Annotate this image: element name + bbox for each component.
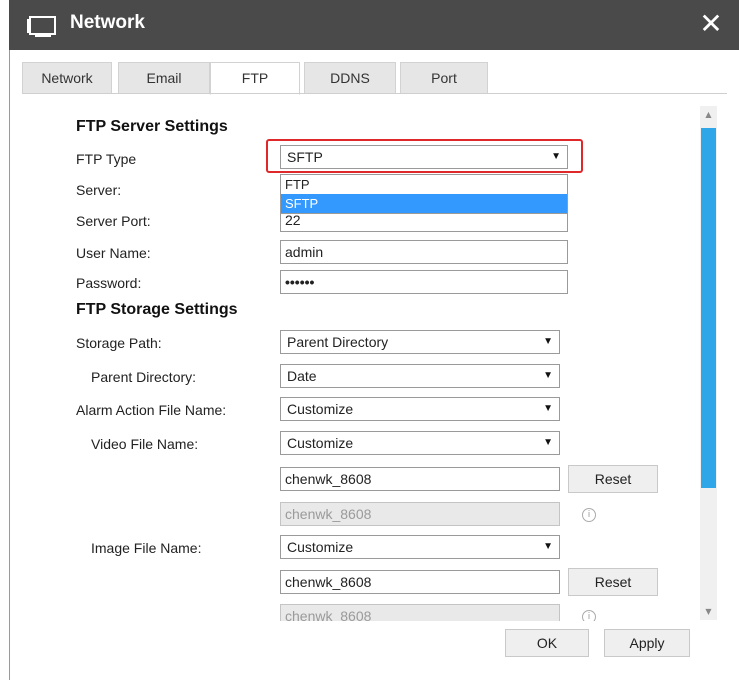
tab-ftp[interactable]: FTP bbox=[210, 62, 300, 95]
user-name-label: User Name: bbox=[76, 245, 151, 261]
tab-port[interactable]: Port bbox=[400, 62, 488, 94]
image-file-name-select[interactable]: Customize ▼ bbox=[280, 535, 560, 559]
scroll-down-icon[interactable]: ▼ bbox=[700, 603, 717, 620]
scroll-up-icon[interactable]: ▲ bbox=[700, 106, 717, 123]
parent-directory-label: Parent Directory: bbox=[91, 369, 197, 385]
server-port-label: Server Port: bbox=[76, 213, 151, 229]
window-title: Network bbox=[70, 12, 145, 33]
image-file-name-value: Customize bbox=[287, 539, 354, 555]
user-name-input[interactable]: admin bbox=[280, 240, 568, 264]
tab-divider bbox=[22, 93, 727, 94]
monitor-icon bbox=[27, 16, 57, 38]
chevron-down-icon: ▼ bbox=[543, 403, 553, 414]
chevron-down-icon: ▼ bbox=[543, 437, 553, 448]
storage-path-value: Parent Directory bbox=[287, 334, 389, 350]
chevron-down-icon: ▼ bbox=[543, 370, 553, 381]
window-frame bbox=[9, 50, 10, 680]
image-custom-name-input[interactable]: chenwk_8608 bbox=[280, 570, 560, 594]
video-file-name-label: Video File Name: bbox=[91, 436, 199, 452]
tab-email[interactable]: Email bbox=[118, 62, 210, 94]
video-file-name-value: Customize bbox=[287, 435, 354, 451]
image-file-name-label: Image File Name: bbox=[91, 540, 202, 556]
ftp-server-settings-heading: FTP Server Settings bbox=[76, 118, 228, 135]
storage-path-select[interactable]: Parent Directory ▼ bbox=[280, 330, 560, 354]
chevron-down-icon: ▼ bbox=[543, 336, 553, 347]
video-reset-button[interactable]: Reset bbox=[568, 465, 658, 493]
info-icon-clip: i bbox=[580, 610, 596, 621]
ftp-type-dropdown: FTP SFTP bbox=[280, 174, 568, 214]
scrollbar-thumb[interactable] bbox=[701, 128, 716, 488]
image-reset-button[interactable]: Reset bbox=[568, 568, 658, 596]
alarm-action-value: Customize bbox=[287, 401, 354, 417]
video-name-preview: chenwk_8608 bbox=[280, 502, 560, 526]
ok-button[interactable]: OK bbox=[505, 629, 589, 657]
info-icon[interactable]: i bbox=[582, 508, 596, 522]
parent-directory-select[interactable]: Date ▼ bbox=[280, 364, 560, 388]
ftp-storage-settings-heading: FTP Storage Settings bbox=[76, 301, 238, 318]
ftp-type-option-sftp[interactable]: SFTP bbox=[281, 194, 567, 213]
password-input[interactable]: •••••• bbox=[280, 270, 568, 294]
alarm-action-file-name-label: Alarm Action File Name: bbox=[76, 402, 227, 418]
video-custom-name-input[interactable]: chenwk_8608 bbox=[280, 467, 560, 491]
chevron-down-icon: ▼ bbox=[543, 541, 553, 552]
ftp-type-label: FTP Type bbox=[76, 151, 137, 167]
image-name-preview: chenwk_8608 bbox=[280, 604, 560, 621]
server-label: Server: bbox=[76, 182, 122, 198]
title-bar: Network ✕ bbox=[9, 0, 739, 50]
tab-ddns[interactable]: DDNS bbox=[304, 62, 396, 94]
storage-path-label: Storage Path: bbox=[76, 335, 162, 351]
highlight-box bbox=[266, 139, 583, 173]
video-file-name-select[interactable]: Customize ▼ bbox=[280, 431, 560, 455]
close-icon[interactable]: ✕ bbox=[697, 10, 725, 38]
alarm-action-file-name-select[interactable]: Customize ▼ bbox=[280, 397, 560, 421]
apply-button[interactable]: Apply bbox=[604, 629, 690, 657]
tab-network[interactable]: Network bbox=[22, 62, 112, 94]
info-icon[interactable]: i bbox=[582, 610, 596, 621]
ftp-type-option-ftp[interactable]: FTP bbox=[281, 175, 567, 194]
password-label: Password: bbox=[76, 275, 142, 291]
parent-directory-value: Date bbox=[287, 368, 317, 384]
vertical-scrollbar[interactable]: ▲ ▼ bbox=[700, 106, 717, 620]
image-preview-clip: chenwk_8608 bbox=[280, 604, 560, 621]
